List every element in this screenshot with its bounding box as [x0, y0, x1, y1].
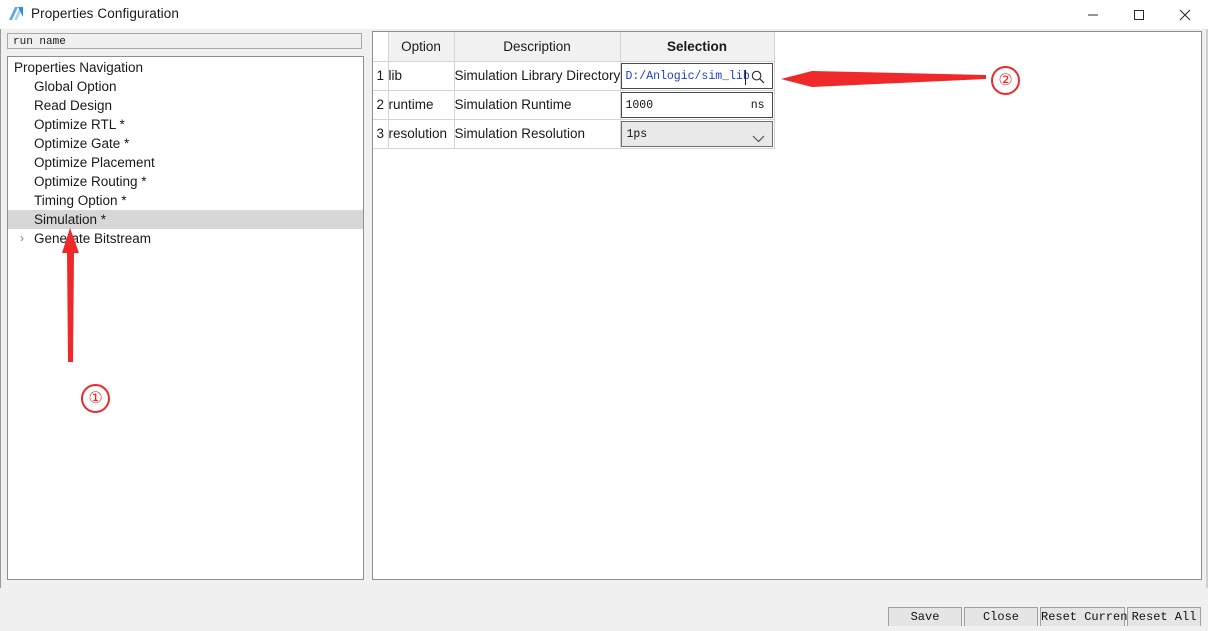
selection-cell-lib[interactable]: D:/Anlogic/sim_lib	[620, 61, 775, 91]
sidebar-item-optimize-routing[interactable]: Optimize Routing *	[8, 172, 363, 191]
text-caret	[744, 69, 746, 85]
properties-navigation-panel: Properties Navigation Global Option Read…	[7, 56, 364, 580]
footer-bar: Save Close Reset Current Reset All	[0, 588, 1208, 631]
table-row: 3 resolution Simulation Resolution 1ps	[373, 119, 775, 149]
close-window-button[interactable]	[1162, 0, 1208, 29]
table-header-selection[interactable]: Selection	[620, 32, 775, 62]
sidebar-item-label: Optimize Gate *	[34, 136, 130, 151]
option-cell: runtime	[388, 90, 455, 120]
minimize-button[interactable]	[1070, 0, 1116, 29]
row-number: 3	[373, 119, 389, 149]
navigation-title: Properties Navigation	[14, 60, 144, 75]
table-header-option[interactable]: Option	[388, 32, 455, 62]
reset-all-button[interactable]: Reset All	[1127, 607, 1201, 628]
resolution-value: 1ps	[626, 127, 648, 141]
table-header-rownum	[373, 32, 389, 62]
sidebar-item-label: Optimize Routing *	[34, 174, 147, 189]
window-title: Properties Configuration	[31, 6, 179, 21]
table-row: 1 lib Simulation Library Directory D:/An…	[373, 61, 775, 91]
row-number: 1	[373, 61, 389, 91]
chevron-down-icon[interactable]	[752, 131, 765, 146]
row-number: 2	[373, 90, 389, 120]
maximize-button[interactable]	[1116, 0, 1162, 29]
resolution-dropdown[interactable]: 1ps	[620, 120, 773, 147]
table-header-row: Option Description Selection	[373, 32, 775, 62]
properties-table-panel: Option Description Selection 1 lib Simul…	[372, 31, 1202, 580]
title-bar: Properties Configuration	[0, 0, 1208, 29]
sidebar-item-optimize-placement[interactable]: Optimize Placement	[8, 153, 363, 172]
sidebar-item-simulation[interactable]: Simulation *	[8, 210, 363, 229]
properties-table: Option Description Selection 1 lib Simul…	[373, 32, 775, 149]
option-cell: resolution	[388, 119, 455, 149]
sidebar-item-optimize-gate[interactable]: Optimize Gate *	[8, 134, 363, 153]
table-header-description[interactable]: Description	[454, 32, 621, 62]
sidebar-item-generate-bitstream[interactable]: › Generate Bitstream	[8, 229, 363, 248]
reset-current-button[interactable]: Reset Current	[1040, 607, 1135, 628]
sidebar-item-timing-option[interactable]: Timing Option *	[8, 191, 363, 210]
sidebar-item-label: Global Option	[34, 79, 117, 94]
close-button[interactable]: Close	[964, 607, 1038, 628]
properties-configuration-window: Properties Configuration run name Proper…	[0, 0, 1208, 631]
runtime-unit-label: ns	[750, 98, 765, 112]
sidebar-item-label: Read Design	[34, 98, 113, 113]
option-cell: lib	[388, 61, 455, 91]
runtime-value: 1000	[625, 98, 654, 112]
window-left-border	[0, 29, 1, 631]
selection-cell-runtime[interactable]: 1000 ns	[620, 90, 775, 120]
sidebar-item-label: Optimize Placement	[34, 155, 155, 170]
sidebar-item-label: Optimize RTL *	[34, 117, 125, 132]
sidebar-item-global-option[interactable]: Global Option	[8, 77, 363, 96]
description-cell: Simulation Library Directory	[454, 61, 621, 91]
description-cell: Simulation Runtime	[454, 90, 621, 120]
runtime-input[interactable]: 1000 ns	[620, 91, 773, 118]
lib-path-value: D:/Anlogic/sim_lib	[625, 69, 750, 83]
search-icon[interactable]	[750, 69, 766, 85]
sidebar-item-label: Timing Option *	[34, 193, 127, 208]
description-cell: Simulation Resolution	[454, 119, 621, 149]
lib-path-input[interactable]: D:/Anlogic/sim_lib	[620, 62, 773, 89]
save-button[interactable]: Save	[888, 607, 962, 628]
selection-cell-resolution[interactable]: 1ps	[620, 119, 775, 149]
run-name-field[interactable]: run name	[7, 33, 362, 49]
sidebar-item-label: Simulation *	[34, 212, 107, 227]
anlogic-logo-icon	[8, 6, 26, 23]
chevron-right-icon[interactable]: ›	[20, 229, 24, 248]
sidebar-item-optimize-rtl[interactable]: Optimize RTL *	[8, 115, 363, 134]
annotation-marker-one: ①	[81, 384, 110, 413]
table-row: 2 runtime Simulation Runtime 1000 ns	[373, 90, 775, 120]
sidebar-item-label: Generate Bitstream	[34, 231, 152, 246]
window-bottom-edge	[1, 626, 1206, 631]
annotation-marker-two: ②	[991, 66, 1020, 95]
sidebar-item-read-design[interactable]: Read Design	[8, 96, 363, 115]
